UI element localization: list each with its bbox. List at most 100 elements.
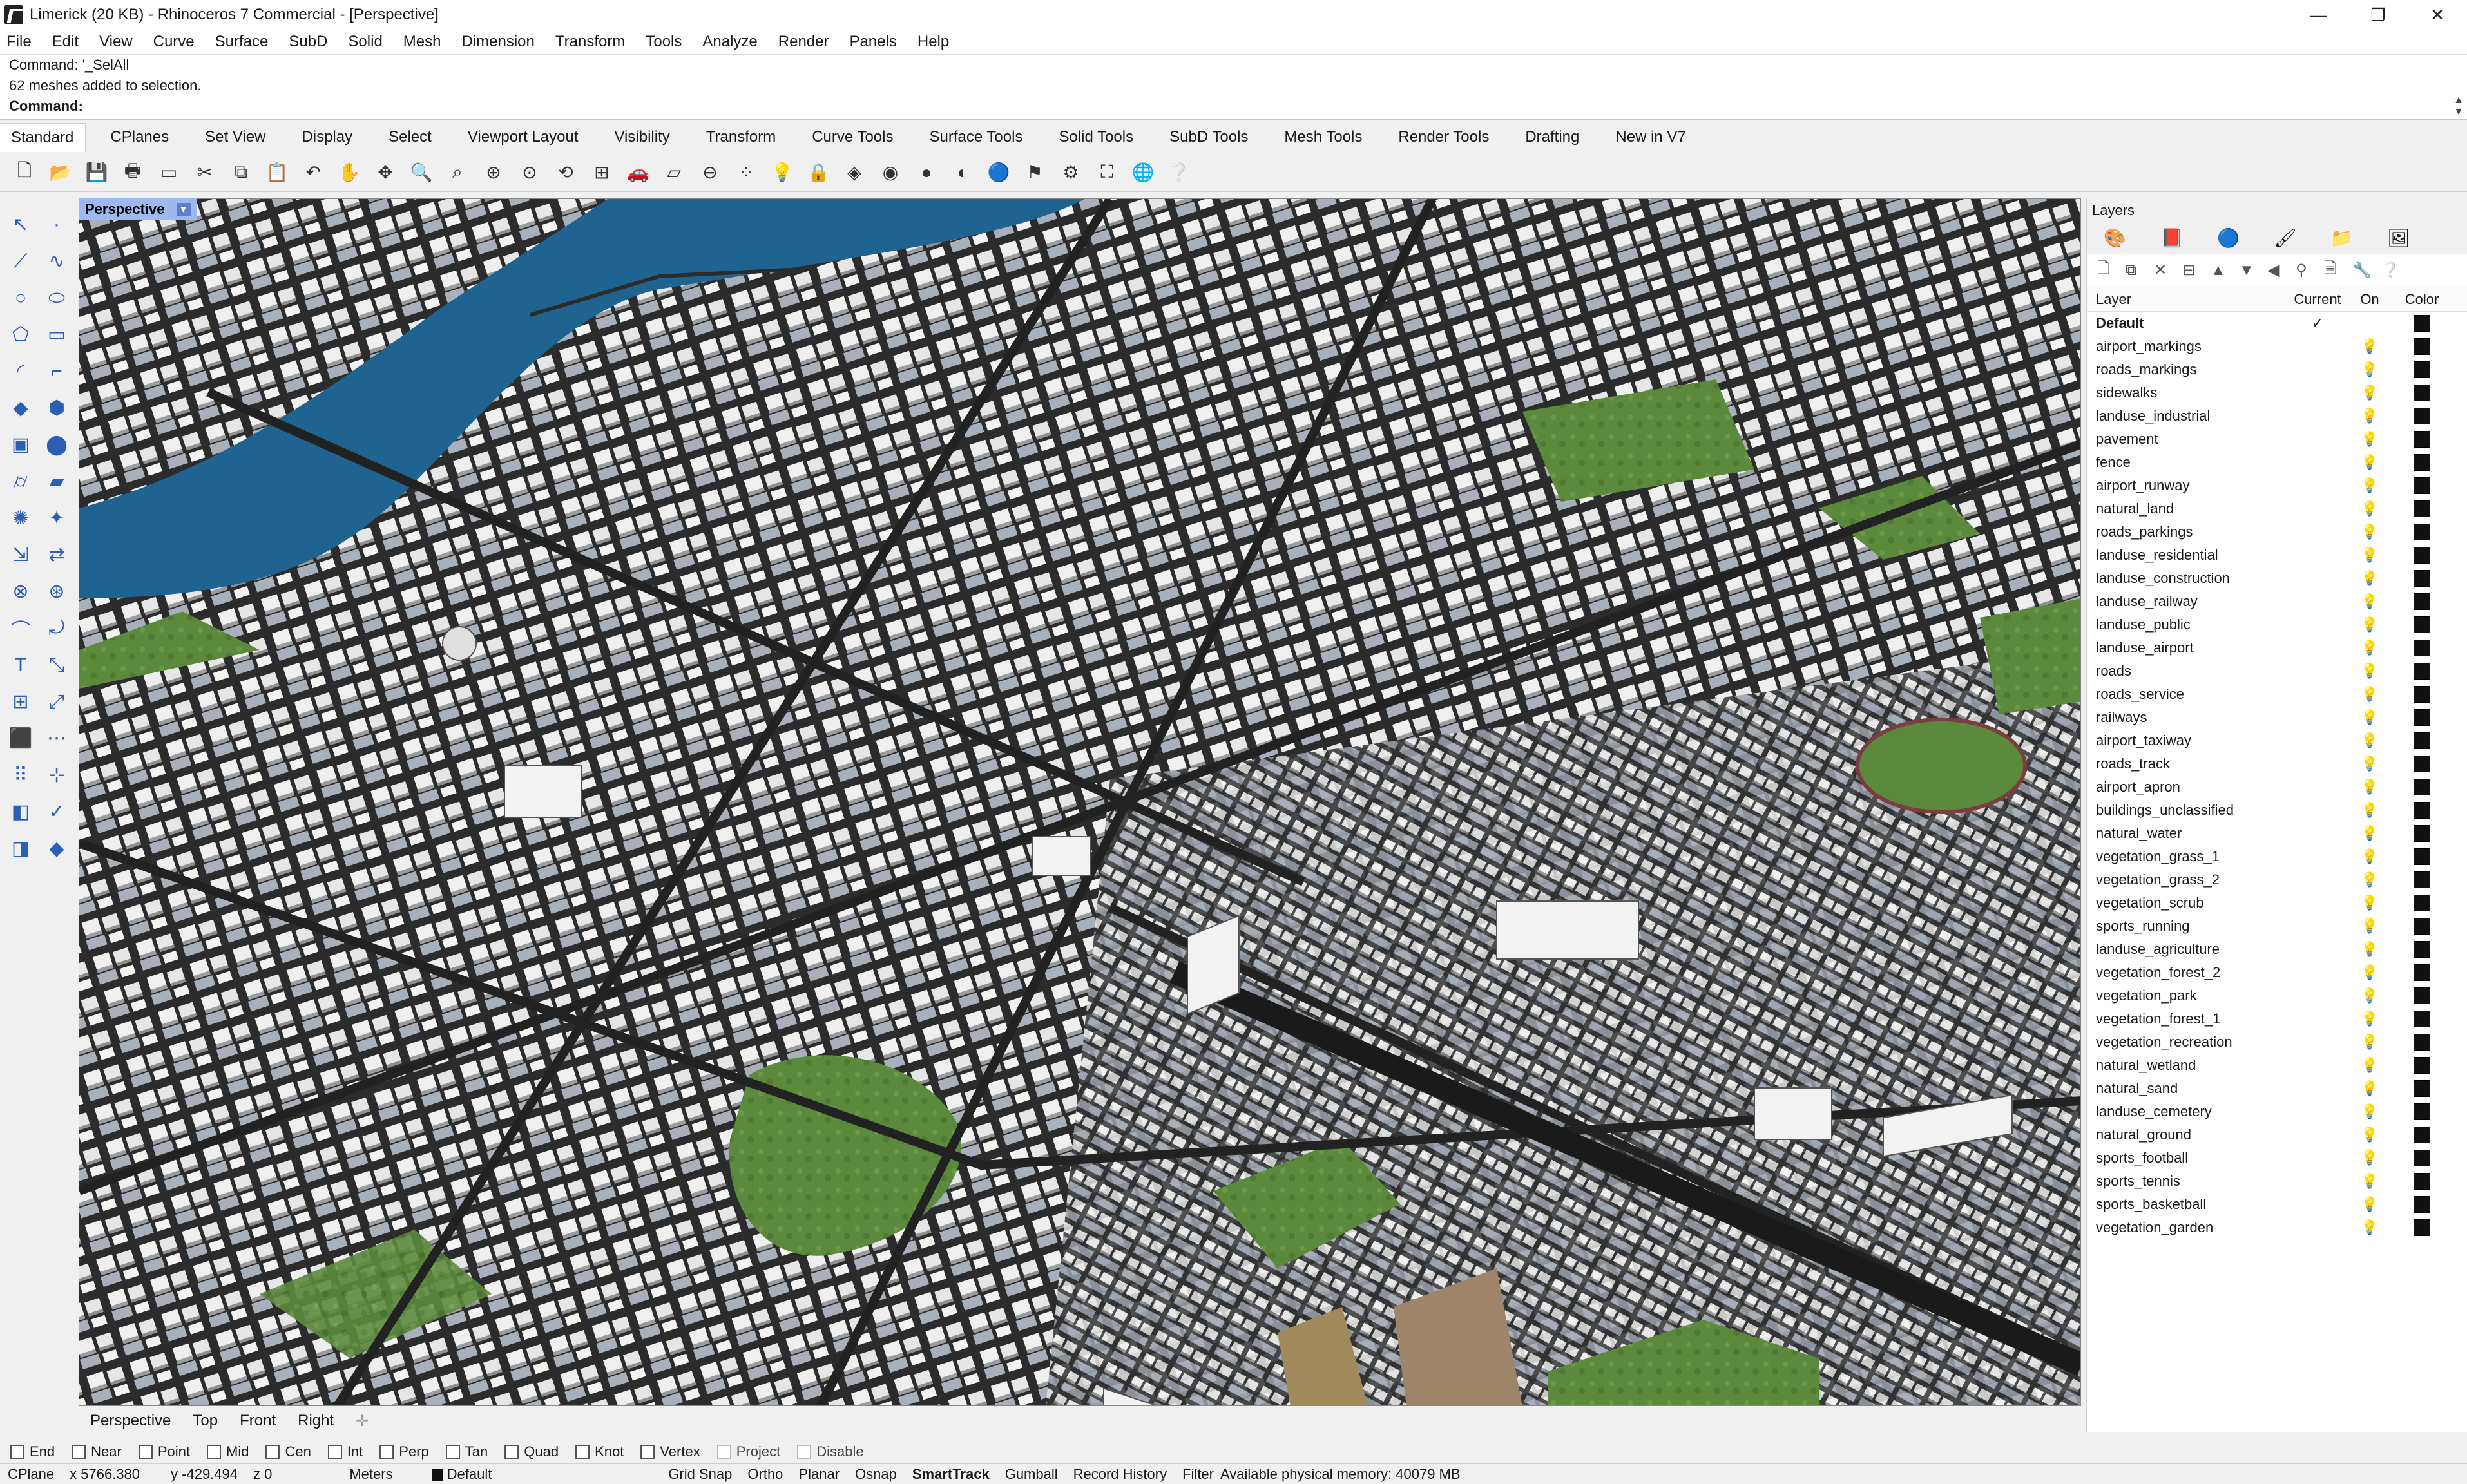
lightbulb-icon[interactable]: 💡 (2343, 987, 2396, 1004)
layer-color-cell[interactable] (2396, 987, 2448, 1004)
layer-row[interactable]: vegetation_scrub 💡 (2087, 891, 2467, 915)
lightbulb-icon[interactable]: 💡 (2343, 1150, 2396, 1166)
tab-new-in-v7[interactable]: New in V7 (1615, 128, 1685, 146)
four-viewports-icon[interactable]: ⊞ (588, 158, 616, 187)
box-icon[interactable]: ▣ (3, 426, 39, 463)
status-layer[interactable]: Default (431, 1466, 508, 1483)
layer-row[interactable]: pavement 💡 (2087, 428, 2467, 451)
status-cplane[interactable]: CPlane (8, 1466, 54, 1483)
layer-row[interactable]: sports_running 💡 (2087, 915, 2467, 938)
lightbulb-icon[interactable]: 💡 (2343, 825, 2396, 842)
layer-row[interactable]: landuse_residential 💡 (2087, 544, 2467, 567)
layer-color-cell[interactable] (2396, 686, 2448, 703)
layer-row[interactable]: natural_wetland 💡 (2087, 1054, 2467, 1077)
layer-color-cell[interactable] (2396, 361, 2448, 378)
layer-color-cell[interactable] (2396, 895, 2448, 911)
layer-color-cell[interactable] (2396, 918, 2448, 935)
minimize-button[interactable]: — (2289, 0, 2348, 30)
boolean-icon[interactable]: ⬤ (39, 426, 75, 463)
lightbulb-icon[interactable]: 💡 (2343, 802, 2396, 819)
layer-color-cell[interactable] (2396, 709, 2448, 726)
layer-tools-icon[interactable]: 🔧 (2352, 261, 2381, 280)
lightbulb-icon[interactable]: 💡 (2343, 524, 2396, 540)
status-planar[interactable]: Planar (798, 1466, 840, 1483)
lightbulb-icon[interactable]: 💡 (2343, 732, 2396, 749)
zoom-icon[interactable]: 🔍 (407, 158, 436, 187)
zoom-selected-icon[interactable]: ⊙ (515, 158, 544, 187)
tab-drafting[interactable]: Drafting (1525, 128, 1579, 146)
menu-render[interactable]: Render (778, 33, 829, 51)
tab-display[interactable]: Display (302, 128, 352, 146)
menu-panels[interactable]: Panels (849, 33, 896, 51)
collapse-icon[interactable]: ◀ (2267, 261, 2296, 280)
add-viewport-icon[interactable]: ✛ (356, 1412, 369, 1431)
tab-render-tools[interactable]: Render Tools (1398, 128, 1489, 146)
lightbulb-icon[interactable]: 💡 (2343, 361, 2396, 378)
split-icon[interactable]: ⤾ (39, 610, 75, 647)
osnap-point-checkbox[interactable]: Point (138, 1443, 190, 1460)
osnap-mid-checkbox[interactable]: Mid (207, 1443, 249, 1460)
open-folder-icon[interactable]: 📂 (46, 158, 75, 187)
layer-row[interactable]: airport_apron 💡 (2087, 775, 2467, 799)
lightbulb-icon[interactable]: 💡 (2343, 500, 2396, 517)
osnap-cen-checkbox[interactable]: Cen (265, 1443, 311, 1460)
layer-color-cell[interactable] (2396, 1034, 2448, 1051)
array-icon[interactable]: ⊞ (3, 683, 39, 720)
layer-color-cell[interactable] (2396, 1219, 2448, 1236)
group-icon[interactable]: ⊛ (39, 573, 75, 610)
point-icon[interactable]: · (39, 206, 75, 243)
lightbulb-icon[interactable]: 💡 (2343, 1103, 2396, 1120)
color-column-header[interactable]: Color (2396, 291, 2448, 308)
osnap-project-checkbox[interactable]: Project (716, 1443, 780, 1460)
layer-row[interactable]: roads_markings 💡 (2087, 358, 2467, 381)
undo-icon[interactable]: ↶ (299, 158, 327, 187)
arc-icon[interactable]: ◜ (3, 353, 39, 390)
join-icon[interactable]: ⊗ (3, 573, 39, 610)
tab-surface-tools[interactable]: Surface Tools (929, 128, 1022, 146)
paste-icon[interactable]: 📋 (263, 158, 291, 187)
lightbulb-icon[interactable]: 💡 (2343, 1196, 2396, 1213)
move-view-icon[interactable]: ✥ (371, 158, 399, 187)
layer-color-cell[interactable] (2396, 779, 2448, 795)
tab-set-view[interactable]: Set View (205, 128, 265, 146)
layer-color-cell[interactable] (2396, 385, 2448, 401)
layer-row[interactable]: sports_basketball 💡 (2087, 1193, 2467, 1216)
lightbulb-icon[interactable]: 💡 (2343, 408, 2396, 424)
lightbulb-icon[interactable]: 💡 (2343, 1173, 2396, 1190)
tab-mesh-tools[interactable]: Mesh Tools (1284, 128, 1362, 146)
layer-row[interactable]: landuse_airport 💡 (2087, 636, 2467, 660)
layer-row[interactable]: vegetation_recreation 💡 (2087, 1031, 2467, 1054)
lightbulb-icon[interactable]: 💡 (2343, 918, 2396, 935)
osnap-int-checkbox[interactable]: Int (327, 1443, 363, 1460)
lightbulb-icon[interactable]: 💡 (2343, 779, 2396, 795)
options-gear-icon[interactable]: ⚙ (1057, 158, 1085, 187)
tab-transform[interactable]: Transform (706, 128, 776, 146)
layer-color-cell[interactable] (2396, 1057, 2448, 1074)
current-column-header[interactable]: Current (2292, 291, 2343, 308)
save-icon[interactable]: 💾 (82, 158, 111, 187)
tab-select[interactable]: Select (389, 128, 432, 146)
status-grid-snap[interactable]: Grid Snap (668, 1466, 732, 1483)
layer-color-cell[interactable] (2396, 1150, 2448, 1166)
lightbulb-icon[interactable]: 💡 (2343, 593, 2396, 610)
layer-color-cell[interactable] (2396, 848, 2448, 865)
pan-hand-icon[interactable]: ✋ (335, 158, 363, 187)
gumball-icon[interactable]: ⊹ (39, 757, 75, 794)
menu-edit[interactable]: Edit (52, 33, 79, 51)
grid-plane-icon[interactable]: ▱ (660, 158, 688, 187)
print-icon[interactable]: 🖶 (119, 158, 147, 187)
move-down-icon[interactable]: ▼ (2239, 262, 2267, 280)
viewport-label[interactable]: Perspective ▾ (79, 198, 197, 220)
osnap-perp-checkbox[interactable]: Perp (379, 1443, 429, 1460)
shaded-sphere-icon[interactable]: ● (912, 158, 941, 187)
layer-color-cell[interactable] (2396, 477, 2448, 494)
ellipse-icon[interactable]: ⬭ (39, 280, 75, 316)
layer-row[interactable]: airport_taxiway 💡 (2087, 729, 2467, 752)
lightbulb-icon[interactable]: 💡 (2343, 1034, 2396, 1051)
osnap-end-checkbox[interactable]: End (10, 1443, 55, 1460)
layer-row[interactable]: vegetation_grass_1 💡 (2087, 845, 2467, 868)
render-icon[interactable]: 🔵 (984, 158, 1013, 187)
render-box-icon[interactable]: ◨ (3, 830, 39, 867)
layer-color-cell[interactable] (2396, 802, 2448, 819)
layer-row[interactable]: natural_water 💡 (2087, 822, 2467, 845)
